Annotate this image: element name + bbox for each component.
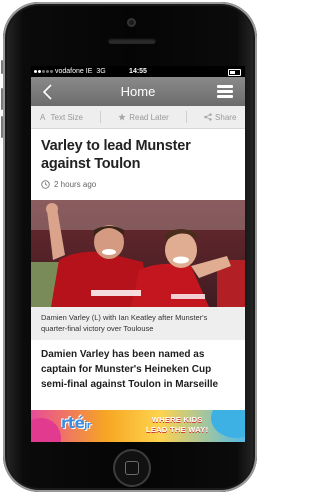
screen: vodafone IE 3G 14:55 Home A Text Size Re… — [31, 66, 245, 442]
ad-decoration — [31, 418, 61, 442]
article-header: Varley to lead Munster against Toulon 2 … — [31, 137, 245, 200]
volume-up-button — [1, 88, 3, 110]
ad-logo-sub: jr — [84, 421, 91, 431]
navigation-bar: Home — [31, 77, 245, 106]
ad-logo: rtéjr — [61, 414, 91, 432]
ad-slogan: WHERE KIDS LEAD THE WAY! — [146, 415, 208, 435]
share-button[interactable]: Share — [204, 113, 236, 122]
article-headline: Varley to lead Munster against Toulon — [41, 138, 191, 172]
ad-slogan-line-1: WHERE KIDS — [151, 415, 203, 424]
article-lead: Damien Varley has been named as captain … — [41, 349, 219, 390]
home-button[interactable] — [113, 449, 151, 487]
read-later-button[interactable]: Read Later — [118, 113, 169, 122]
text-size-button[interactable]: A Text Size — [40, 113, 83, 122]
article-photo[interactable] — [31, 200, 245, 307]
star-icon — [118, 113, 126, 121]
photo-caption: Damien Varley (L) with Ian Keatley after… — [31, 307, 245, 340]
text-size-label: Text Size — [50, 112, 84, 122]
battery-icon — [228, 69, 241, 76]
read-later-label: Read Later — [129, 112, 169, 122]
volume-down-button — [1, 116, 3, 138]
status-time: 14:55 — [129, 68, 147, 75]
rugby-players-photo — [31, 200, 245, 307]
article-toolbar: A Text Size Read Later Share — [31, 106, 245, 129]
ad-slogan-line-2: LEAD THE WAY! — [146, 425, 209, 434]
toolbar-divider — [100, 111, 102, 123]
phone-frame: vodafone IE 3G 14:55 Home A Text Size Re… — [1, 2, 257, 492]
mute-switch — [1, 60, 3, 74]
article-timestamp: 2 hours ago — [41, 180, 235, 200]
clock-icon — [41, 180, 50, 189]
share-label: Share — [215, 112, 237, 122]
ad-decoration — [211, 410, 245, 438]
svg-text:A: A — [40, 113, 46, 121]
text-size-icon: A — [40, 113, 46, 121]
home-square-icon — [125, 461, 139, 475]
toolbar-divider — [185, 111, 187, 123]
timestamp-text: 2 hours ago — [54, 180, 97, 189]
hamburger-menu-icon[interactable] — [217, 85, 233, 98]
front-camera — [127, 18, 136, 27]
share-icon — [204, 113, 212, 121]
advertisement-banner[interactable]: rtéjr WHERE KIDS LEAD THE WAY! — [31, 410, 245, 442]
ad-logo-text: rté — [61, 414, 85, 432]
status-bar: vodafone IE 3G 14:55 — [31, 66, 245, 77]
speaker-grille — [108, 38, 156, 44]
page-title: Home — [120, 84, 156, 99]
